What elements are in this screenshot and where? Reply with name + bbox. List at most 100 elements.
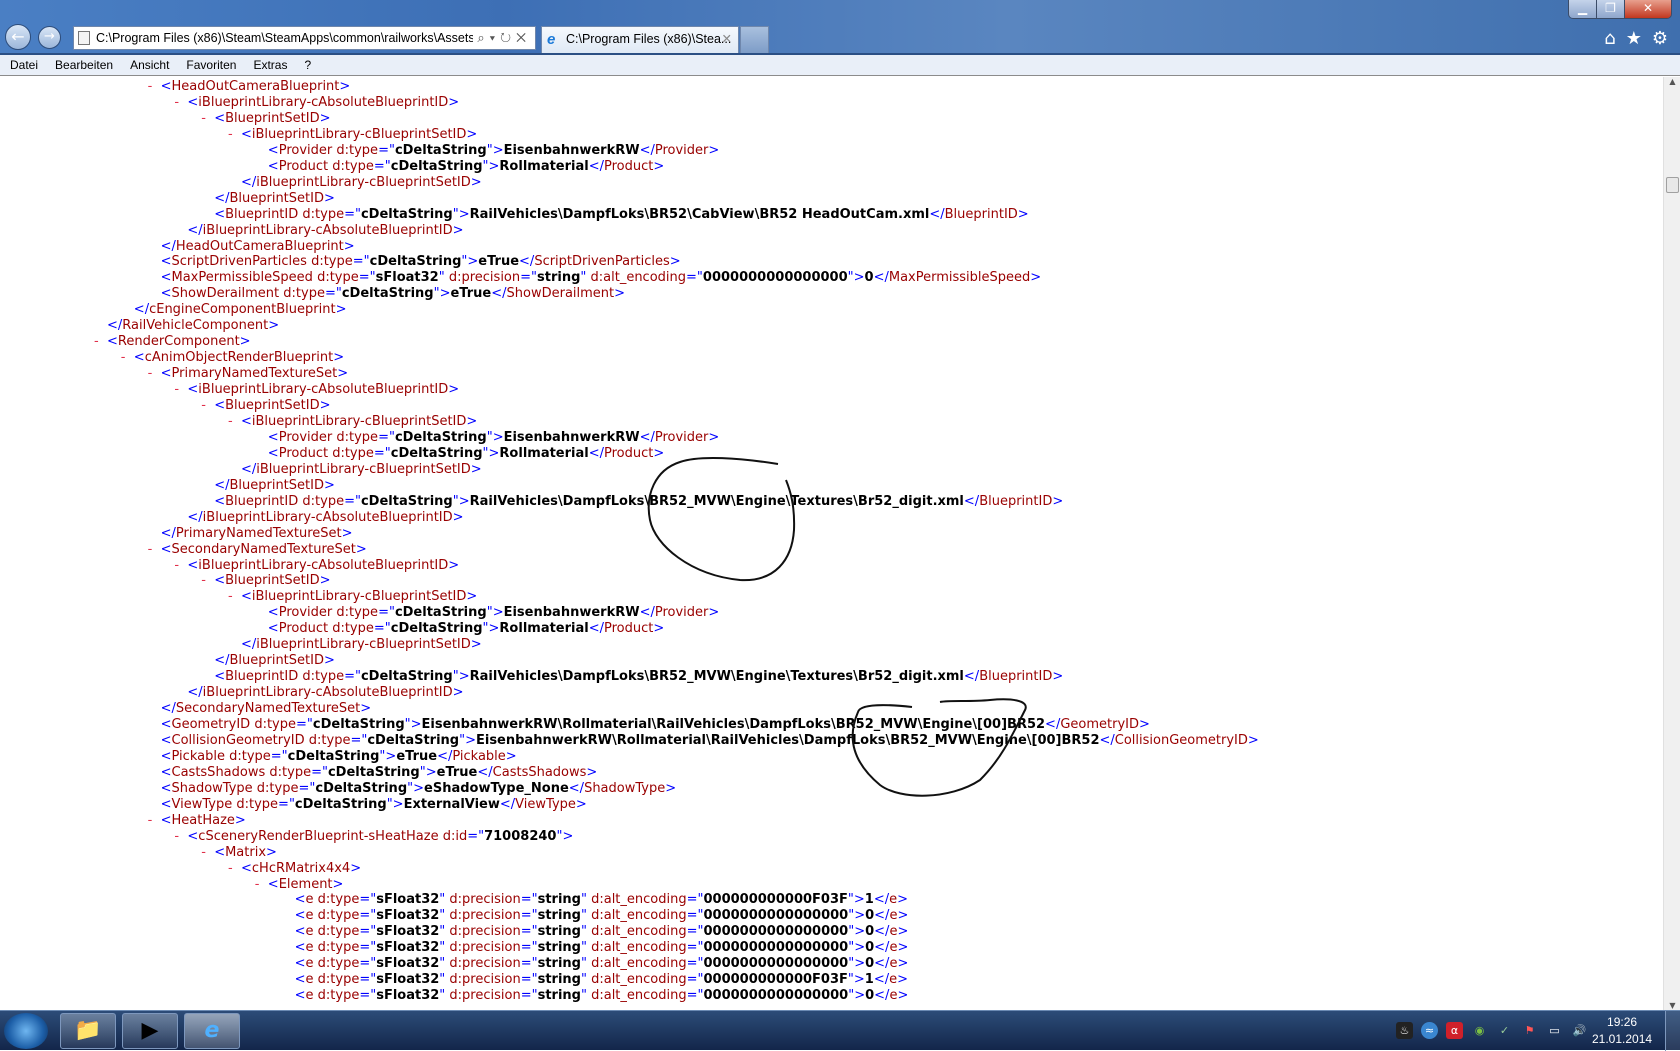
attr-value: 0000000000000000 xyxy=(703,908,849,924)
collapse-toggle[interactable]: - xyxy=(201,398,206,413)
clock[interactable]: 19:26 21.01.2014 xyxy=(1592,1014,1652,1048)
collapse-toggle[interactable]: - xyxy=(255,877,260,892)
attr-name: d:type xyxy=(302,669,345,685)
steam-icon[interactable]: ♨ xyxy=(1396,1022,1413,1039)
collapse-toggle[interactable]: - xyxy=(148,366,153,381)
network-icon[interactable]: ▭ xyxy=(1546,1022,1563,1039)
scroll-up-icon[interactable]: ▲ xyxy=(1664,77,1680,86)
scrollbar-thumb[interactable] xyxy=(1666,177,1679,193)
xml-line: <Product d:type="cDeltaString">Rollmater… xyxy=(268,446,664,462)
xml-line: <e d:type="sFloat32" d:precision="string… xyxy=(295,924,909,940)
bracket: </ xyxy=(1045,717,1061,732)
bracket: > xyxy=(854,924,866,940)
bracket: </ xyxy=(874,940,890,956)
collapse-toggle[interactable]: - xyxy=(228,414,233,429)
collapse-toggle[interactable]: - xyxy=(228,589,233,604)
favorites-star-icon[interactable]: ★ xyxy=(1626,28,1642,49)
network-tool-icon[interactable]: ≈ xyxy=(1421,1022,1438,1039)
closing-tag-name: CastsShadows xyxy=(492,764,587,780)
vertical-scrollbar[interactable]: ▲ ▼ xyxy=(1663,77,1680,1010)
address-bar[interactable]: C:\Program Files (x86)\Steam\SteamApps\c… xyxy=(73,26,536,50)
taskbar-internet-explorer[interactable]: e xyxy=(184,1013,240,1049)
usb-device-icon[interactable]: ✓ xyxy=(1496,1022,1513,1039)
tag-name: BlueprintSetID xyxy=(225,573,320,589)
attr-value: sFloat32 xyxy=(376,956,440,972)
nvidia-icon[interactable]: ◉ xyxy=(1471,1022,1488,1039)
tab-close-icon[interactable]: ✕ xyxy=(722,27,732,52)
browser-tab[interactable]: e C:\Program Files (x86)\Stea... ✕ xyxy=(541,26,739,53)
tag-name: CastsShadows xyxy=(171,764,266,780)
xml-line: </BlueprintSetID> xyxy=(214,191,335,207)
bracket: > xyxy=(343,238,355,254)
show-desktop-button[interactable] xyxy=(1665,1011,1680,1051)
menu-favoriten[interactable]: Favoriten xyxy=(186,55,236,75)
attr-value: string xyxy=(537,940,581,956)
avira-icon[interactable]: α xyxy=(1446,1022,1463,1039)
bracket: < xyxy=(267,605,279,621)
attr-name: d:type xyxy=(317,908,360,924)
collapse-toggle[interactable]: - xyxy=(228,127,233,142)
menu-help[interactable]: ? xyxy=(304,55,311,75)
xml-line: <cAnimObjectRenderBlueprint> xyxy=(134,350,344,366)
bracket: > xyxy=(413,780,425,796)
tag-name: Product xyxy=(278,158,329,174)
tag-name: Pickable xyxy=(171,748,225,764)
collapse-toggle[interactable]: - xyxy=(201,111,206,126)
menu-bearbeiten[interactable]: Bearbeiten xyxy=(55,55,113,75)
address-controls[interactable]: ⌕▾↻✕ xyxy=(473,27,531,49)
close-button[interactable]: ✕ xyxy=(1625,0,1671,18)
collapse-toggle[interactable]: - xyxy=(148,542,153,557)
attr-eq: =" xyxy=(520,270,537,286)
collapse-toggle[interactable]: - xyxy=(121,350,126,365)
maximize-button[interactable]: ❐ xyxy=(1597,0,1625,18)
collapse-toggle[interactable]: - xyxy=(174,382,179,397)
element-text: 1 xyxy=(864,892,874,908)
closing-tag-name: e xyxy=(889,972,898,988)
bracket: > xyxy=(897,940,909,956)
bracket: > xyxy=(854,940,866,956)
bracket: > xyxy=(492,429,504,445)
scroll-down-icon[interactable]: ▼ xyxy=(1664,1001,1680,1010)
menu-ansicht[interactable]: Ansicht xyxy=(130,55,169,75)
bracket: > xyxy=(333,350,345,366)
collapse-toggle[interactable]: - xyxy=(174,95,179,110)
new-tab-button[interactable] xyxy=(740,26,769,53)
attr-value: cDeltaString xyxy=(394,142,487,158)
home-icon[interactable]: ⌂ xyxy=(1604,28,1615,49)
forward-button[interactable]: → xyxy=(38,26,61,49)
attr-name: d:type xyxy=(302,493,345,509)
taskbar: 📁 ▶ e ♨ ≈ α ◉ ✓ ⚑ ▭ 🔊 19:26 21.01.2014 xyxy=(0,1010,1680,1051)
attr-eq: =" xyxy=(378,142,395,158)
collapse-toggle[interactable]: - xyxy=(228,861,233,876)
action-center-flag-icon[interactable]: ⚑ xyxy=(1521,1022,1538,1039)
attr-name: d:type xyxy=(336,429,379,445)
volume-icon[interactable]: 🔊 xyxy=(1571,1022,1588,1039)
taskbar-explorer[interactable]: 📁 xyxy=(60,1013,116,1049)
closing-tag-name: ViewType xyxy=(515,796,576,812)
gear-icon[interactable]: ⚙ xyxy=(1652,28,1668,49)
start-button[interactable] xyxy=(4,1013,48,1049)
menu-datei[interactable]: Datei xyxy=(10,55,38,75)
taskbar-media-player[interactable]: ▶ xyxy=(122,1013,178,1049)
bracket: < xyxy=(214,110,226,126)
collapse-toggle[interactable]: - xyxy=(174,829,179,844)
bracket: > xyxy=(466,589,478,605)
back-button[interactable]: ← xyxy=(5,24,31,50)
attr-value: string xyxy=(537,892,581,908)
xml-line: <BlueprintID d:type="cDeltaString">RailV… xyxy=(214,669,1063,685)
attr-name: d:type xyxy=(317,924,360,940)
collapse-toggle[interactable]: - xyxy=(201,845,206,860)
bracket: < xyxy=(241,860,252,876)
collapse-toggle[interactable]: - xyxy=(201,573,206,588)
element-text: EisenbahnwerkRW\Rollmaterial\RailVehicle… xyxy=(475,732,1100,748)
collapse-toggle[interactable]: - xyxy=(174,558,179,573)
bracket: </ xyxy=(963,669,980,685)
menu-extras[interactable]: Extras xyxy=(253,55,287,75)
closing-tag-name: iBlueprintLibrary-cAbsoluteBlueprintID xyxy=(202,685,453,701)
bracket: < xyxy=(160,764,172,780)
bracket: < xyxy=(187,828,199,844)
collapse-toggle[interactable]: - xyxy=(148,79,153,94)
collapse-toggle[interactable]: - xyxy=(94,334,99,349)
minimize-button[interactable]: ▁ xyxy=(1569,0,1597,18)
collapse-toggle[interactable]: - xyxy=(148,813,153,828)
